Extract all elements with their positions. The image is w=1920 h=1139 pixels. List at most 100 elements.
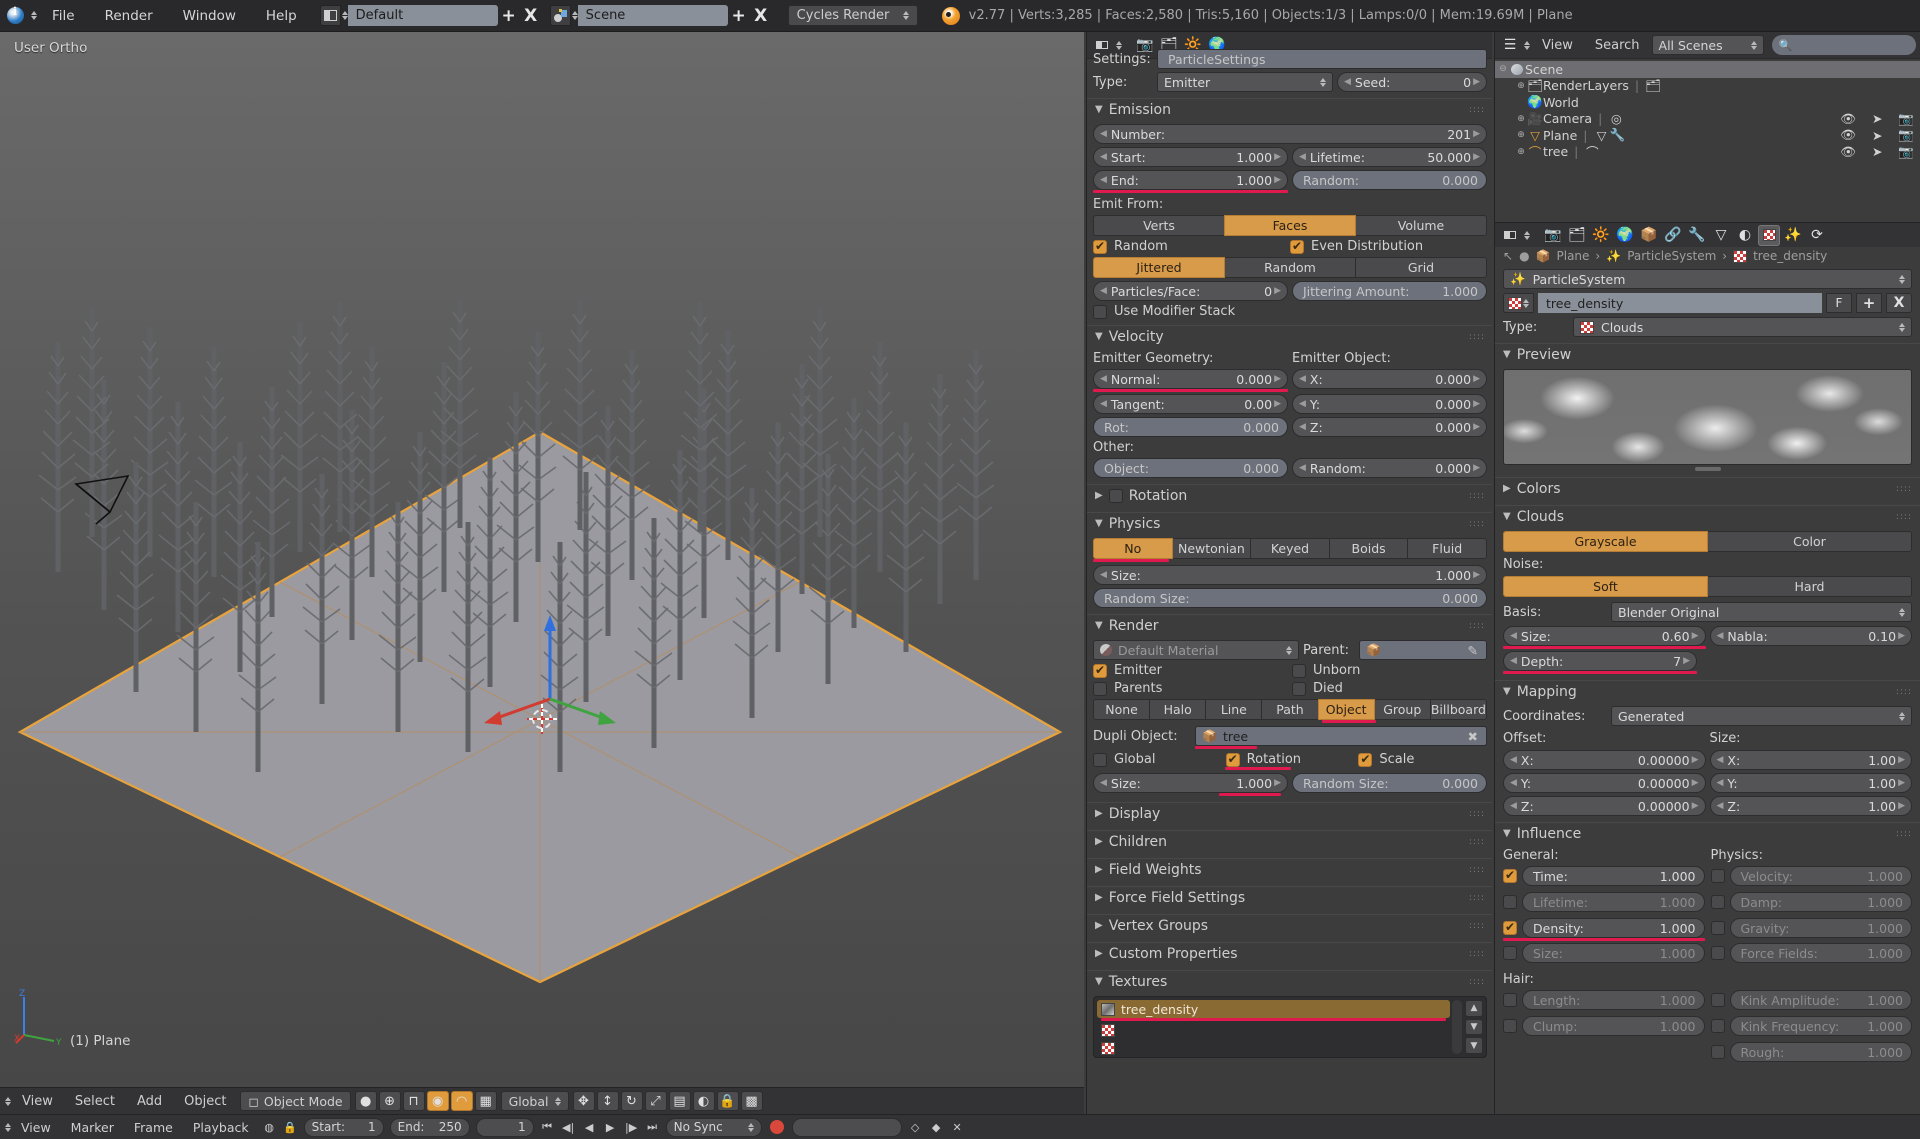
custom-properties-section-header[interactable]: ▶ Custom Properties :::: [1087, 942, 1492, 964]
manipulator-rotate-icon[interactable]: ↻ [620, 1091, 643, 1111]
texture-list-menu-icon[interactable]: ▼ [1465, 1037, 1483, 1055]
auto-keyframe-icon[interactable] [769, 1120, 784, 1134]
textures-section-header[interactable]: ▼ Textures :::: [1087, 970, 1492, 992]
render-engine-dropdown[interactable]: Cycles Render [787, 5, 918, 26]
snap-magnet-icon[interactable]: ⊓ [402, 1091, 425, 1111]
influence-kink-frequency-field[interactable]: Kink Frequency: 1.000 [1729, 1016, 1912, 1036]
use-modifier-stack-group[interactable]: Use Modifier Stack [1093, 304, 1235, 319]
influence-forcefields-checkbox[interactable] [1710, 946, 1725, 960]
global-checkbox-group[interactable]: Global [1093, 752, 1222, 767]
left-arrow-icon[interactable]: ◀ [1510, 656, 1517, 666]
physics-size-field[interactable]: ◀ Size: 1.000 ▶ [1093, 565, 1487, 585]
proportional-edit-icon[interactable]: ◉ [426, 1091, 449, 1111]
right-arrow-icon[interactable]: ▶ [1692, 778, 1699, 788]
influence-lifetime-field[interactable]: Lifetime: 1.000 [1522, 892, 1705, 912]
screen-layout-spinner[interactable] [341, 11, 348, 20]
offset-x-field[interactable]: ◀ X: 0.00000 ▶ [1503, 750, 1706, 770]
dupli-object-field[interactable]: 📦 tree ✖ [1195, 726, 1487, 746]
transform-manipulator[interactable] [480, 607, 620, 737]
outliner-row-renderlayers[interactable]: ⊕ 🗂 RenderLayers | 🗂 [1495, 78, 1920, 95]
right-arrow-icon[interactable]: ▶ [1692, 755, 1699, 765]
render-as-line[interactable]: Line [1205, 699, 1263, 720]
menu-file[interactable]: File [37, 0, 90, 32]
influence-kink-frequency-checkbox[interactable] [1710, 1019, 1725, 1033]
interaction-mode-dropdown[interactable]: ◻ Object Mode [240, 1091, 351, 1111]
timeline-record-icon[interactable]: ◍ [259, 1118, 280, 1137]
velocity-y-field[interactable]: ◀ Y: 0.000 ▶ [1292, 394, 1487, 414]
influence-clump-field[interactable]: Clump: 1.000 [1522, 1016, 1705, 1036]
right-arrow-icon[interactable]: ▶ [1274, 399, 1281, 409]
physics-boids[interactable]: Boids [1328, 538, 1409, 559]
world-tab-icon[interactable]: 🌍 [1614, 225, 1636, 246]
outliner-search-input[interactable]: 🔍 [1771, 35, 1916, 55]
vp-menu-add[interactable]: Add [126, 1088, 173, 1115]
menu-help[interactable]: Help [251, 0, 312, 32]
texture-tab-icon[interactable] [1758, 224, 1780, 246]
influence-damp-field[interactable]: Damp: 1.000 [1729, 892, 1912, 912]
outliner-row-scene[interactable]: ⊖ Scene [1495, 61, 1920, 78]
vp-menu-view[interactable]: View [11, 1088, 64, 1115]
left-arrow-icon[interactable]: ◀ [1717, 755, 1724, 765]
emit-from-faces[interactable]: Faces [1224, 215, 1356, 236]
physics-no[interactable]: No [1093, 538, 1173, 559]
editor-type-icon[interactable] [1499, 225, 1521, 246]
mapping-section-header[interactable]: ▼ Mapping :::: [1495, 680, 1920, 702]
texture-slot-item-1[interactable] [1097, 1021, 1450, 1039]
right-arrow-icon[interactable]: ▶ [1473, 374, 1480, 384]
rotation-checkbox-group[interactable]: Rotation [1225, 752, 1355, 767]
modifiers-tab-icon[interactable]: 🔧 [1686, 225, 1708, 246]
screen-layout-selector[interactable]: Default + X [319, 5, 542, 26]
remove-keyframe-icon[interactable]: ◆ [926, 1118, 947, 1137]
move-texture-up-icon[interactable]: ▲ [1465, 1000, 1483, 1017]
render-as-path[interactable]: Path [1261, 699, 1319, 720]
jittering-amount-field[interactable]: Jittering Amount: 1.000 [1292, 281, 1487, 301]
preview-section-header[interactable]: ▼ Preview [1495, 343, 1920, 365]
texture-name-field[interactable]: tree_density [1538, 293, 1822, 313]
vertex-groups-section-header[interactable]: ▶ Vertex Groups :::: [1087, 914, 1492, 936]
influence-rough-field[interactable]: Rough: 1.000 [1729, 1042, 1912, 1062]
add-keyframe-icon[interactable]: ◇ [905, 1118, 926, 1137]
outliner-editor-spinner[interactable] [1524, 40, 1530, 50]
children-section-header[interactable]: ▶ Children :::: [1087, 830, 1492, 852]
left-arrow-icon[interactable]: ◀ [1717, 631, 1724, 641]
rot-field[interactable]: Rot: 0.000 [1093, 417, 1288, 437]
eye-icon[interactable]: 👁 [1840, 111, 1856, 127]
move-texture-down-icon[interactable]: ▼ [1465, 1018, 1483, 1036]
left-arrow-icon[interactable]: ◀ [1299, 399, 1306, 409]
menu-window[interactable]: Window [168, 0, 251, 32]
left-arrow-icon[interactable]: ◀ [1299, 463, 1306, 473]
expand-icon[interactable]: ⊕ [1515, 114, 1527, 124]
scene-spinner[interactable] [571, 11, 578, 20]
eye-icon[interactable]: 👁 [1840, 144, 1856, 160]
dist-random[interactable]: Random [1224, 257, 1356, 278]
left-arrow-icon[interactable]: ◀ [1100, 399, 1107, 409]
influence-rough-checkbox[interactable] [1710, 1045, 1725, 1059]
layer-icon[interactable]: ▦ [474, 1091, 497, 1111]
right-arrow-icon[interactable]: ▶ [1898, 801, 1905, 811]
outliner-menu-search[interactable]: Search [1585, 32, 1650, 59]
physics-keyed[interactable]: Keyed [1250, 538, 1330, 559]
timeline-lock-icon[interactable]: 🔒 [280, 1118, 301, 1137]
new-texture-button[interactable]: + [1856, 293, 1882, 313]
dist-jittered[interactable]: Jittered [1093, 257, 1225, 278]
right-arrow-icon[interactable]: ▶ [1473, 77, 1480, 87]
blender-menu-icon[interactable] [0, 5, 30, 27]
influence-velocity-field[interactable]: Velocity: 1.000 [1729, 866, 1912, 886]
camera-data-icon[interactable]: ◎ [1608, 111, 1624, 126]
emission-section-header[interactable]: ▼ Emission :::: [1087, 98, 1492, 120]
parents-checkbox[interactable] [1093, 681, 1107, 696]
left-arrow-icon[interactable]: ◀ [1100, 129, 1107, 139]
rotation-section-header[interactable]: ▶ Rotation :::: [1087, 484, 1492, 506]
left-arrow-icon[interactable]: ◀ [1100, 570, 1107, 580]
left-arrow-icon[interactable]: ◀ [1510, 778, 1517, 788]
right-arrow-icon[interactable]: ▶ [1683, 656, 1690, 666]
renderlayers-tab-icon[interactable]: 🗂 [1566, 225, 1588, 246]
left-arrow-icon[interactable]: ◀ [1100, 286, 1107, 296]
right-arrow-icon[interactable]: ▶ [1473, 463, 1480, 473]
global-checkbox[interactable] [1093, 752, 1107, 767]
emit-from-verts[interactable]: Verts [1093, 215, 1225, 236]
clouds-section-header[interactable]: ▼ Clouds :::: [1495, 505, 1920, 527]
render-section-header[interactable]: ▼ Render :::: [1087, 614, 1492, 636]
right-arrow-icon[interactable]: ▶ [1473, 399, 1480, 409]
pivot-point-icon[interactable]: ⊕ [378, 1091, 401, 1111]
